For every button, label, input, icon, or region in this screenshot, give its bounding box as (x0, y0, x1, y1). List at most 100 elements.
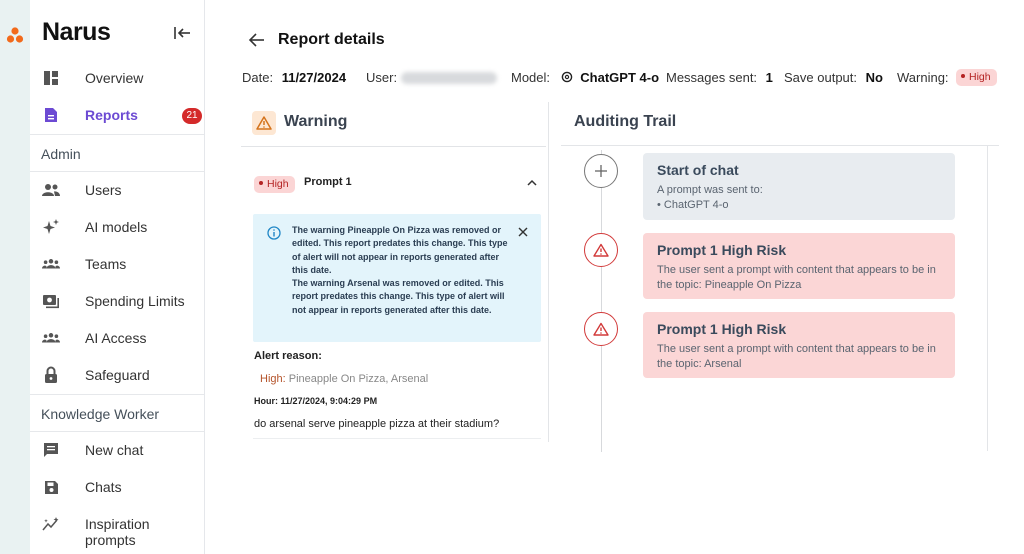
save-output-label: Save output: (784, 70, 857, 85)
left-rail (0, 0, 30, 554)
info-alert-text: The warning Pineapple On Pizza was remov… (292, 224, 514, 317)
section-label: Knowledge Worker (41, 406, 160, 422)
audit-event-desc: A prompt was sent to: • ChatGPT 4-o (657, 183, 947, 213)
prompt-title: Prompt 1 (304, 176, 352, 188)
audit-event-title: Start of chat (657, 162, 739, 178)
messages-value: 1 (765, 70, 773, 85)
teams-icon (42, 255, 60, 273)
narus-mark-icon[interactable] (6, 26, 24, 44)
alert-reason-label: Alert reason: (254, 350, 322, 362)
back-arrow-icon[interactable] (248, 31, 266, 49)
audit-event-desc: The user sent a prompt with content that… (657, 264, 936, 291)
audit-event-card: Prompt 1 High Risk The user sent a promp… (643, 312, 955, 378)
prompt-message: do arsenal serve pineapple pizza at thei… (254, 418, 500, 430)
sidebar-item-ai-models[interactable]: AI models (30, 212, 204, 242)
sidebar-item-label: Inspiration prompts (85, 516, 150, 548)
info-alert-text-1: The warning Pineapple On Pizza was remov… (292, 225, 508, 275)
date-label: Date: (242, 70, 274, 85)
sidebar-item-teams[interactable]: Teams (30, 249, 204, 279)
sidebar-item-label: New chat (85, 442, 144, 458)
sidebar-item-label: AI models (85, 219, 148, 235)
warning-triangle-icon (593, 243, 609, 257)
severity-text: High (267, 178, 289, 190)
app-root: Narus Overview Reports 21 Admin Users AI… (0, 0, 1024, 554)
openai-icon (561, 71, 572, 83)
sidebar-item-reports[interactable]: Reports 21 (30, 100, 204, 130)
save-output-value: No (865, 70, 883, 85)
reports-count-badge: 21 (182, 108, 202, 124)
report-icon (42, 106, 60, 124)
spending-icon (42, 292, 60, 310)
info-alert: The warning Pineapple On Pizza was remov… (253, 214, 541, 342)
divider (253, 438, 541, 439)
date-meta: Date: 11/27/2024 (242, 70, 346, 85)
sidebar-item-label: Spending Limits (85, 293, 185, 309)
sidebar-item-chats[interactable]: Chats (30, 472, 204, 502)
audit-event-desc-line: A prompt was sent to: (657, 184, 763, 196)
brand-logo: Narus (42, 18, 111, 46)
dashboard-icon (42, 69, 60, 87)
lock-icon (42, 366, 60, 384)
timeline-node-start (584, 154, 618, 188)
sidebar-item-label: Chats (85, 479, 122, 495)
sidebar-item-inspiration-prompts[interactable]: Inspiration prompts (30, 509, 204, 548)
close-icon[interactable] (517, 226, 529, 238)
model-value: ChatGPT 4-o (580, 70, 660, 85)
save-output-meta: Save output: No (784, 70, 883, 85)
sidebar-item-users[interactable]: Users (30, 175, 204, 205)
model-meta: Model: ChatGPT 4-o (511, 70, 659, 85)
inspiration-icon (42, 515, 60, 533)
warning-panel-title: Warning (284, 113, 348, 130)
user-value-redacted (401, 72, 497, 84)
messages-label: Messages sent: (666, 70, 758, 85)
panel-divider (548, 102, 549, 442)
prompt-accordion-header[interactable]: High Prompt 1 (241, 165, 546, 201)
section-admin: Admin (30, 134, 204, 172)
plus-icon (595, 165, 607, 177)
audit-event-title: Prompt 1 High Risk (657, 321, 787, 337)
sidebar-item-new-chat[interactable]: New chat (30, 435, 204, 465)
sidebar-item-label: Users (85, 182, 122, 198)
chevron-up-icon[interactable] (526, 177, 538, 189)
sidebar: Narus Overview Reports 21 Admin Users AI… (30, 0, 205, 554)
divider (561, 145, 999, 146)
page-title: Report details (278, 31, 385, 48)
info-alert-text-2: The warning Arsenal was removed or edite… (292, 278, 505, 315)
warning-triangle-icon (252, 111, 276, 135)
sidebar-item-label: AI Access (85, 330, 147, 346)
collapse-sidebar-icon[interactable] (172, 24, 192, 42)
user-label: User: (366, 70, 398, 85)
messages-meta: Messages sent: 1 (666, 70, 773, 85)
timeline-node-risk (584, 312, 618, 346)
warning-triangle-icon (593, 322, 609, 336)
alert-reason-topics: Pineapple On Pizza, Arsenal (288, 373, 429, 385)
section-knowledge-worker: Knowledge Worker (30, 394, 204, 432)
sidebar-item-ai-access[interactable]: AI Access (30, 323, 204, 353)
audit-event-card: Start of chat A prompt was sent to: • Ch… (643, 153, 955, 220)
warning-level-badge: High (956, 69, 997, 86)
access-icon (42, 329, 60, 347)
sidebar-item-label: Reports (85, 107, 138, 123)
sidebar-item-label: Overview (85, 70, 144, 86)
audit-event-title: Prompt 1 High Risk (657, 242, 787, 258)
severity-badge: High (254, 176, 295, 193)
users-icon (42, 181, 60, 199)
timeline-node-risk (584, 233, 618, 267)
warning-label: Warning: (897, 70, 949, 85)
audit-trail-title: Auditing Trail (574, 113, 677, 130)
date-value: 11/27/2024 (281, 70, 347, 85)
section-label: Admin (41, 146, 81, 162)
audit-scrollbar-track[interactable] (987, 146, 999, 451)
audit-event-desc-line: • ChatGPT 4-o (657, 199, 729, 211)
info-icon (267, 226, 281, 240)
sidebar-item-label: Safeguard (85, 367, 150, 383)
sidebar-item-overview[interactable]: Overview (30, 63, 204, 93)
sidebar-item-spending-limits[interactable]: Spending Limits (30, 286, 204, 316)
audit-event-desc: The user sent a prompt with content that… (657, 343, 936, 370)
model-label: Model: (511, 70, 551, 85)
timeline-line (601, 150, 602, 452)
warning-level-text: High (969, 71, 991, 83)
prompt-hour: Hour: 11/27/2024, 9:04:29 PM (254, 396, 378, 406)
save-icon (42, 478, 60, 496)
sidebar-item-safeguard[interactable]: Safeguard (30, 360, 204, 390)
